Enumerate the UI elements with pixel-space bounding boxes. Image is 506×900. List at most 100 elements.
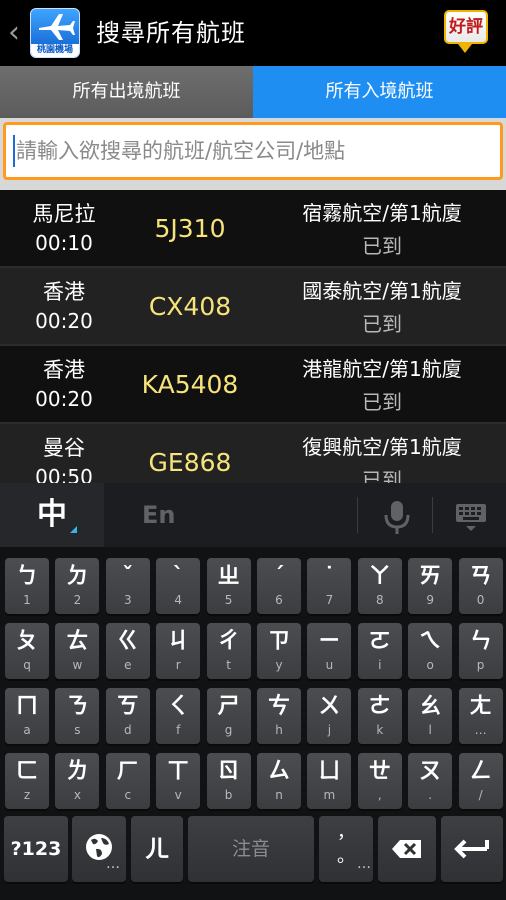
mode-english-button[interactable]: En [106, 483, 356, 547]
key-1[interactable]: ㄅ1 [5, 558, 49, 614]
key-symbol[interactable]: ㄤ… [458, 688, 503, 744]
key-x[interactable]: ㄌx [55, 753, 100, 809]
key-8[interactable]: ㄚ8 [357, 558, 402, 614]
key-s[interactable]: ㄋs [55, 688, 100, 744]
key-symbol[interactable]: ㄝ, [357, 753, 402, 809]
flight-status: 已到 [362, 312, 402, 336]
key-e[interactable]: ㄍe [105, 623, 150, 679]
key-v[interactable]: ㄒv [156, 753, 201, 809]
punctuation-key[interactable]: ， 。 … [319, 816, 373, 882]
app-icon[interactable]: 桃園機場 [30, 8, 80, 58]
key-p[interactable]: ㄣp [458, 623, 503, 679]
key-sub-label: 6 [275, 593, 283, 607]
key-n[interactable]: ㄙn [257, 753, 301, 809]
key-sub-label: t [226, 658, 231, 672]
key-b[interactable]: ㄖb [206, 753, 251, 809]
flight-row[interactable]: 香港 00:20 CX408 國泰航空/第1航廈 已到 [0, 268, 506, 346]
tab-departures[interactable]: 所有出境航班 [0, 66, 253, 118]
key-9[interactable]: ㄞ9 [408, 558, 453, 614]
key-h[interactable]: ㄘh [257, 688, 301, 744]
key-m[interactable]: ㄩm [307, 753, 352, 809]
key-main-label: ㄛ [368, 629, 391, 654]
key-main-label: ㄆ [15, 629, 38, 654]
key-main-label: ㄕ [217, 694, 240, 719]
flight-list: 馬尼拉 00:10 5J310 宿霧航空/第1航廈 已到 香港 00:20 CX… [0, 190, 506, 490]
key-i[interactable]: ㄛi [357, 623, 402, 679]
key-k[interactable]: ㄜk [357, 688, 402, 744]
mode-zhuyin-button[interactable]: 中 [0, 483, 104, 547]
key-0[interactable]: ㄢ0 [458, 558, 503, 614]
space-key[interactable]: 注音 [188, 816, 314, 882]
microphone-icon [384, 501, 410, 534]
key-o[interactable]: ㄟo [408, 623, 453, 679]
symbols-key[interactable]: ?123 [4, 816, 68, 882]
key-sub-label: z [23, 788, 31, 802]
key-u[interactable]: ㄧu [307, 623, 352, 679]
key-6[interactable]: ˊ6 [257, 558, 301, 614]
language-key[interactable]: … [72, 816, 126, 882]
flight-row[interactable]: 馬尼拉 00:10 5J310 宿霧航空/第1航廈 已到 [0, 190, 506, 268]
flight-airline: 宿霧航空/第1航廈 [302, 201, 462, 225]
key-sub-label: 0 [476, 593, 485, 607]
er-key-label: ㄦ [145, 835, 169, 863]
key-sub-label: r [175, 658, 181, 672]
punctuation-top: ， [337, 822, 355, 843]
keyboard-switch-button[interactable] [444, 488, 498, 544]
key-a[interactable]: ㄇa [5, 688, 49, 744]
key-sub-label: x [73, 788, 81, 802]
key-main-label: ㄚ [368, 564, 391, 589]
key-y[interactable]: ㄗy [257, 623, 301, 679]
key-symbol[interactable]: ㄥ / [458, 753, 503, 809]
key-t[interactable]: ㄔt [206, 623, 251, 679]
key-main-label: ㄟ [419, 629, 442, 654]
key-w[interactable]: ㄊw [55, 623, 100, 679]
flight-city: 馬尼拉 [32, 202, 96, 226]
key-main-label: ˙ [323, 564, 335, 589]
key-main-label: ㄢ [469, 564, 492, 589]
key-l[interactable]: ㄠl [408, 688, 453, 744]
key-7[interactable]: ˙ 7 [307, 558, 352, 614]
tab-arrivals[interactable]: 所有入境航班 [253, 66, 506, 118]
key-main-label: ㄡ [419, 759, 442, 784]
key-sub-label: s [74, 723, 81, 737]
key-f[interactable]: ㄑf [156, 688, 201, 744]
key-main-label: ㄎ [116, 694, 139, 719]
key-c[interactable]: ㄏc [105, 753, 150, 809]
flight-row[interactable]: 香港 00:20 KA5408 港龍航空/第1航廈 已到 [0, 346, 506, 424]
backspace-key[interactable] [378, 816, 436, 882]
search-placeholder: 請輸入欲搜尋的航班/航空公司/地點 [16, 139, 346, 163]
key-main-label: ㄠ [419, 694, 442, 719]
voice-input-button[interactable] [370, 488, 424, 544]
enter-key[interactable] [441, 816, 503, 882]
flight-time: 00:20 [35, 309, 93, 333]
key-sub-label: 3 [123, 593, 132, 607]
key-main-label: ㄍ [116, 629, 139, 654]
key-5[interactable]: ㄓ5 [206, 558, 251, 614]
key-j[interactable]: ㄨj [307, 688, 352, 744]
key-z[interactable]: ㄈz [5, 753, 49, 809]
keyboard-icon [456, 504, 486, 531]
key-sub-label: l [428, 723, 432, 737]
key-symbol[interactable]: ㄡ. [408, 753, 453, 809]
key-sub-label: b [224, 788, 233, 802]
key-main-label: ㄜ [368, 694, 391, 719]
key-sub-label: f [176, 723, 181, 737]
key-sub-label: n [275, 788, 283, 802]
back-chevron-icon[interactable]: ‹ [2, 16, 26, 50]
key-g[interactable]: ㄕg [206, 688, 251, 744]
key-sub-label: 4 [174, 593, 182, 607]
key-2[interactable]: ㄉ2 [55, 558, 100, 614]
rate-button[interactable]: 好評 [440, 8, 492, 56]
key-q[interactable]: ㄆq [5, 623, 49, 679]
key-d[interactable]: ㄎd [105, 688, 150, 744]
key-4[interactable]: ˋ4 [156, 558, 201, 614]
flight-row[interactable]: 曼谷 00:50 GE868 復興航空/第1航廈 已到 [0, 424, 506, 490]
key-3[interactable]: ˇ3 [105, 558, 150, 614]
key-r[interactable]: ㄐr [156, 623, 201, 679]
enter-arrow-icon [454, 839, 489, 859]
key-main-label: ㄏ [116, 759, 139, 784]
key-sub-label: 1 [23, 593, 31, 607]
er-key[interactable]: ㄦ [131, 816, 183, 882]
key-main-label: ㄤ [469, 694, 492, 719]
flight-status: 已到 [362, 234, 402, 258]
